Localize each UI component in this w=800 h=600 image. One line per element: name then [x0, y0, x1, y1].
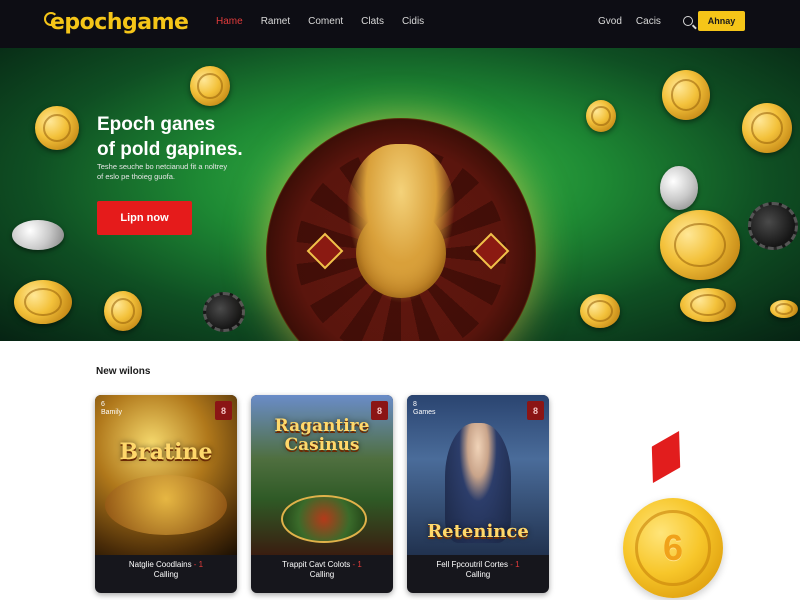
- game-card[interactable]: 8 Games 8 Retenince Fell Fpcoutril Corte…: [407, 395, 549, 593]
- card-caption-title: Trappit Cavt Colots: [282, 560, 351, 569]
- game-card[interactable]: 6 Bamily 8 Bratine Natglie Coodlains - 1…: [95, 395, 237, 593]
- card-caption-title: Natglie Coodlains: [128, 560, 192, 569]
- logo-suffix: game: [122, 9, 189, 35]
- coin-icon: [742, 103, 792, 153]
- card-tag-line-2: Bamily: [101, 409, 123, 416]
- card-badge: 8: [215, 401, 232, 420]
- silver-chip-icon: [12, 220, 64, 250]
- logo-swirl-icon: [44, 12, 58, 26]
- coin-icon: [660, 210, 740, 280]
- card-tag-line-1: 6: [101, 401, 105, 408]
- card-caption-count: - 1: [193, 560, 204, 569]
- main-nav: Hame Ramet Coment Clats Cidis: [216, 0, 424, 42]
- medal-number: 6: [662, 527, 684, 568]
- top-nav: epoch game Hame Ramet Coment Clats Cidis …: [0, 0, 800, 48]
- silver-chip-icon: [660, 166, 698, 210]
- coin-icon: [104, 291, 142, 331]
- card-tag-line-1: 8: [413, 401, 417, 408]
- game-card[interactable]: 8 Ragantire Casinus Trappit Cavt Colots …: [251, 395, 393, 593]
- coin-icon: [190, 66, 230, 106]
- coin-icon: [662, 70, 710, 120]
- coin-icon: [680, 288, 736, 322]
- card-tag-line-2: Games: [413, 409, 436, 416]
- medal-ribbon-icon: [639, 431, 694, 483]
- coin-icon: [586, 100, 616, 132]
- game-logo-line-1: Ragantire: [274, 416, 370, 436]
- hero-subtitle: Teshe seuche bo netcianud fit a noltrey …: [97, 162, 267, 182]
- golden-disc: [105, 475, 227, 535]
- coin-icon: [770, 300, 798, 318]
- poker-chip-icon: [203, 292, 245, 332]
- roulette-wheel-illustration: [266, 118, 536, 341]
- game-logo: Bratine: [119, 439, 213, 465]
- hero-banner: Epoch ganes of pold gapines. Teshe seuch…: [0, 48, 800, 341]
- card-badge: 8: [527, 401, 544, 420]
- card-caption: Trappit Cavt Colots - 1 Calling: [251, 560, 393, 580]
- card-caption-title: Fell Fpcoutril Cortes: [436, 560, 508, 569]
- card-caption-sub: Calling: [465, 570, 491, 579]
- game-logo-line-2: Casinus: [284, 435, 360, 455]
- roulette-illustration: [281, 495, 367, 543]
- coin-icon: [35, 106, 79, 150]
- game-logo: Retenince: [427, 521, 529, 542]
- nav-right: Gvod Cacis: [598, 0, 693, 42]
- hero-title-line-2: of pold gapines.: [97, 139, 243, 160]
- card-tag: 6 Bamily: [101, 401, 122, 417]
- card-caption-count: - 1: [352, 560, 362, 569]
- search-icon[interactable]: [682, 16, 693, 26]
- hero-primary-button[interactable]: Lipn now: [97, 201, 192, 235]
- nav-item-5[interactable]: Cidis: [402, 16, 424, 27]
- hero-subtitle-line-2: of eslo pe thoieg guofa.: [97, 172, 175, 181]
- card-tag: 8 Games: [413, 401, 436, 417]
- hero-title-line-1: Epoch ganes: [97, 114, 216, 135]
- logo-prefix: epoch: [50, 9, 123, 35]
- nav-right-link-1[interactable]: Gvod: [598, 16, 622, 27]
- game-logo: Ragantire Casinus: [251, 417, 393, 455]
- card-caption-sub: Calling: [153, 570, 179, 579]
- coin-icon: [14, 280, 72, 324]
- nav-item-4[interactable]: Clats: [361, 16, 384, 27]
- coin-icon: [580, 294, 620, 328]
- section-title: New wilons: [96, 366, 151, 377]
- nav-item-2[interactable]: Ramet: [261, 16, 290, 27]
- brand-logo[interactable]: epoch game: [44, 8, 189, 36]
- nav-item-3[interactable]: Coment: [308, 16, 343, 27]
- nav-right-link-2[interactable]: Cacis: [636, 16, 661, 27]
- hero-title: Epoch ganes of pold gapines.: [97, 112, 277, 162]
- card-caption-count: - 1: [510, 560, 520, 569]
- card-caption: Natglie Coodlains - 1 Calling: [95, 560, 237, 580]
- poker-chip-icon: [748, 202, 798, 250]
- card-caption: Fell Fpcoutril Cortes - 1 Calling: [407, 560, 549, 580]
- gold-medal-icon: 6: [623, 498, 723, 598]
- goddess-figure: [346, 144, 456, 304]
- hero-subtitle-line-1: Teshe seuche bo netcianud fit a noltrey: [97, 162, 228, 171]
- card-caption-sub: Calling: [309, 570, 335, 579]
- nav-item-home[interactable]: Hame: [216, 16, 243, 27]
- header-cta-button[interactable]: Ahnay: [698, 11, 745, 31]
